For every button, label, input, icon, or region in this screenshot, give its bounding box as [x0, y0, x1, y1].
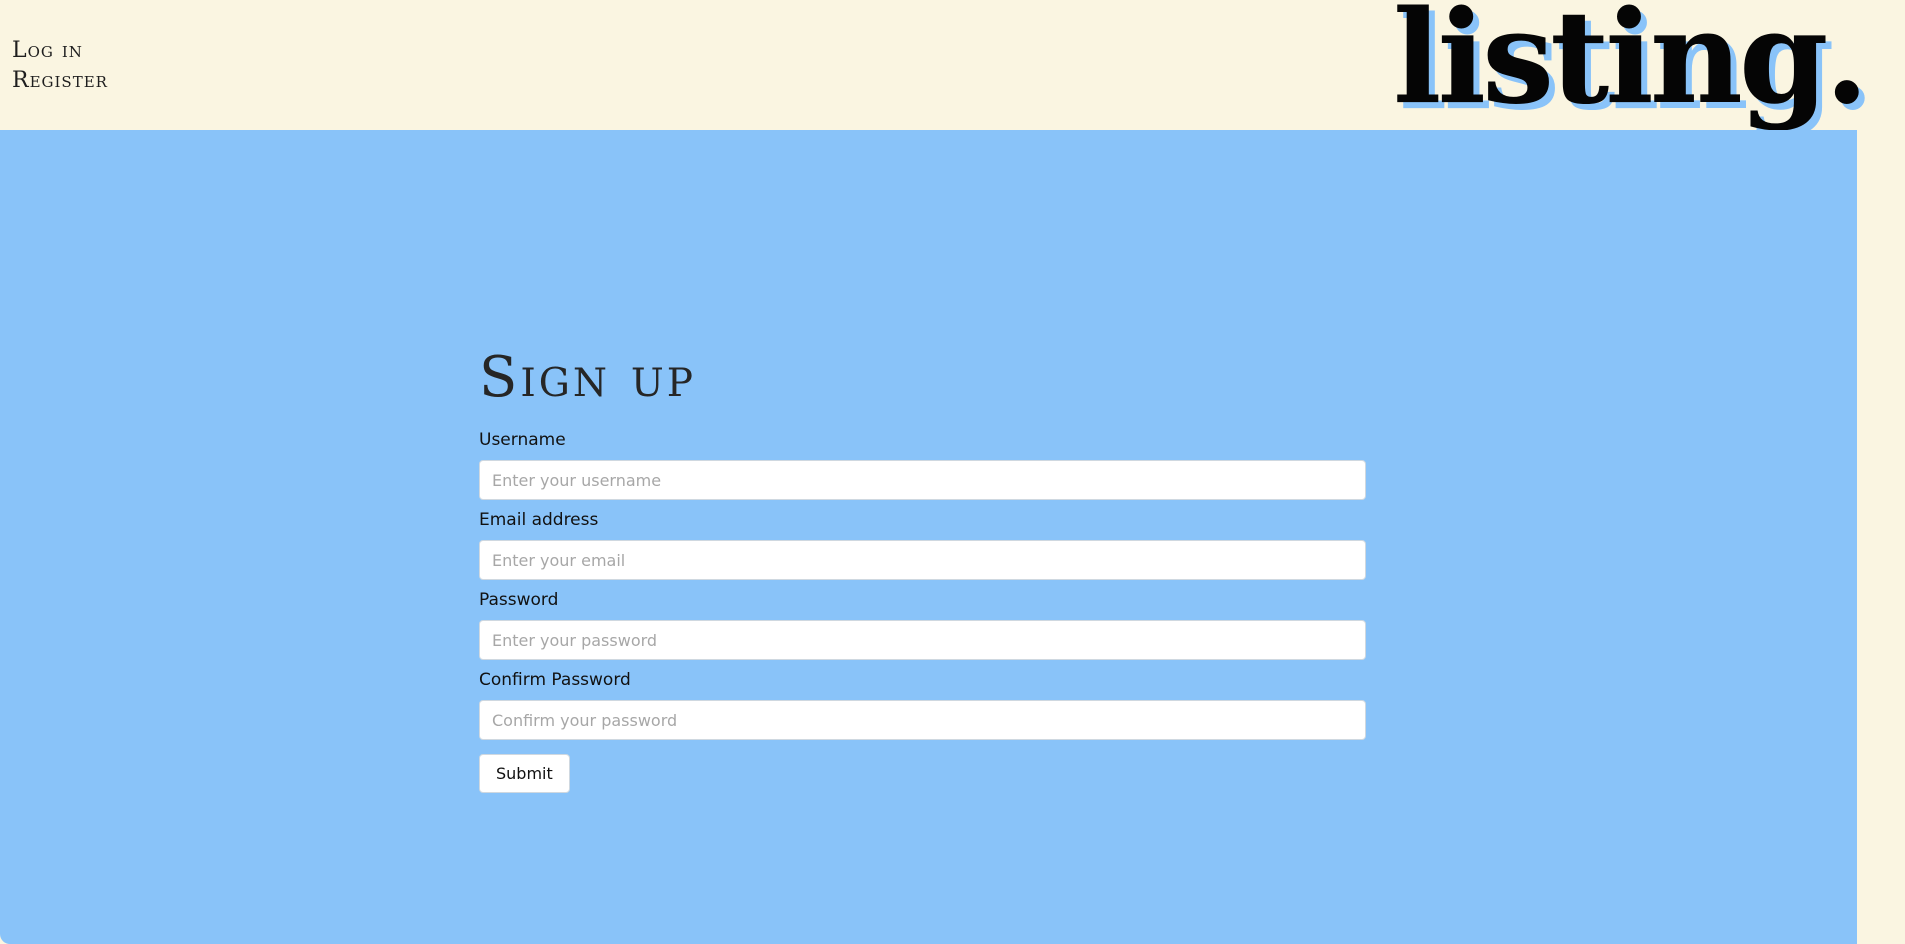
submit-button[interactable]: Submit — [479, 754, 570, 793]
password-input[interactable] — [479, 620, 1366, 660]
username-label: Username — [479, 430, 566, 450]
confirm-password-label: Confirm Password — [479, 670, 631, 690]
main-content: Sign up Username Email address Password … — [0, 130, 1857, 944]
confirm-password-field-group: Confirm Password — [479, 670, 1366, 740]
confirm-password-input[interactable] — [479, 700, 1366, 740]
email-input[interactable] — [479, 540, 1366, 580]
nav-links: Log in Register — [12, 36, 108, 96]
email-label: Email address — [479, 510, 599, 530]
email-field-group: Email address — [479, 510, 1366, 580]
page-title: Sign up — [479, 345, 696, 410]
password-field-group: Password — [479, 590, 1366, 660]
signup-form: Sign up Username Email address Password … — [479, 350, 1366, 793]
register-link[interactable]: Register — [12, 66, 108, 96]
login-link[interactable]: Log in — [12, 36, 108, 66]
username-input[interactable] — [479, 460, 1366, 500]
logo: listing. — [1392, 0, 1869, 133]
username-field-group: Username — [479, 430, 1366, 500]
password-label: Password — [479, 590, 559, 610]
header: Log in Register listing. — [0, 0, 1905, 133]
